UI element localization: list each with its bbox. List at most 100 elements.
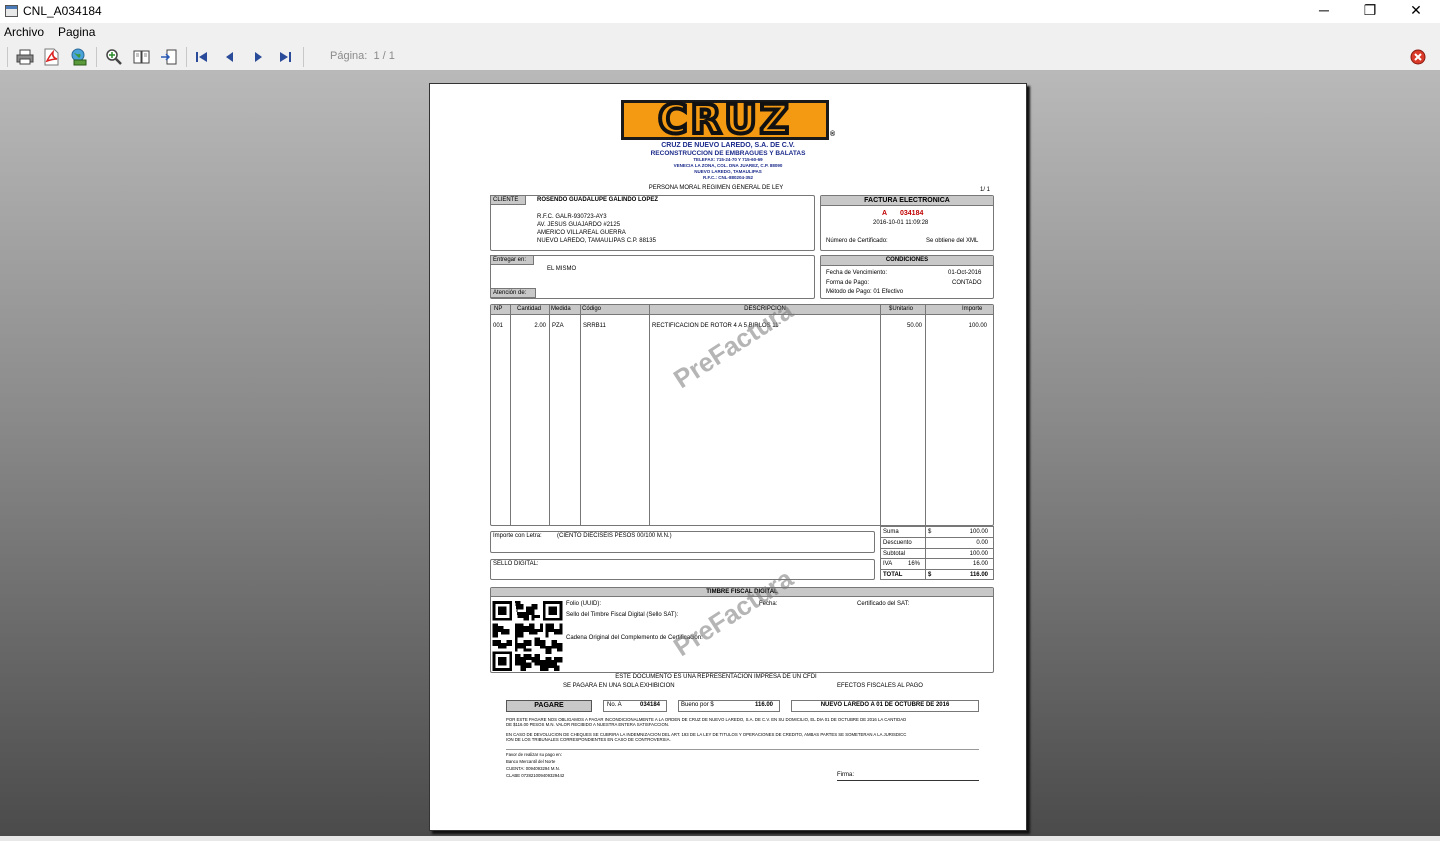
totals-row-line	[881, 569, 993, 570]
pagare-text-1b: DE $116.00 PESOS M.N. VALOR RECIBIDO A N…	[506, 722, 670, 727]
signature-label: Firma:	[837, 772, 854, 778]
toolbar-grip	[7, 47, 8, 67]
total-label: TOTAL	[883, 572, 903, 578]
delivery-label: Entregar en:	[490, 255, 534, 265]
certificate-label: Número de Certificado:	[826, 238, 888, 244]
page-setup-icon[interactable]	[133, 48, 151, 66]
fiscal-effects-note: EFECTOS FISCALES AL PAGO	[837, 683, 923, 689]
pagare-amount-label: Bueno por $	[681, 702, 714, 708]
page-value: 1 / 1	[373, 50, 395, 62]
row-np: 001	[493, 323, 504, 329]
previous-page-icon[interactable]	[221, 48, 239, 66]
tax-regime: PERSONA MORAL REGIMEN GENERAL DE LEY	[648, 185, 784, 191]
pagare-title: PAGARE	[506, 700, 592, 712]
row-unit: PZA	[552, 323, 564, 329]
page-count: 1/ 1	[980, 187, 991, 193]
amount-words-box	[490, 531, 875, 553]
column-divider	[880, 305, 881, 525]
close-preview-icon[interactable]	[1410, 49, 1426, 65]
bank-name: Banco Mercantil del Norte	[506, 759, 556, 764]
column-divider	[549, 305, 550, 525]
menu-pagina[interactable]: Pagina	[58, 25, 95, 39]
payment-method: Método de Pago: 01 Efectivo	[826, 289, 904, 295]
pagare-text-2b: ION DE LOS TRIBUNALES CORRESPONDIENTES E…	[506, 737, 671, 742]
menu-bar: Archivo Pagina	[0, 23, 1440, 43]
pagare-number-value: 034184	[640, 702, 661, 708]
cfdi-note: ESTE DOCUMENTO ES UNA REPRESENTACION IMP…	[615, 674, 817, 680]
logo-text: CRUZ	[656, 95, 792, 145]
toolbar-separator	[303, 47, 304, 67]
total-value: 116.00	[969, 572, 988, 578]
delivery-box	[490, 255, 815, 299]
toolbar-separator	[96, 47, 97, 67]
close-window-button[interactable]: ✕	[1393, 0, 1439, 23]
totals-row-line	[881, 558, 993, 559]
totals-row-line	[881, 548, 993, 549]
amount-words-label: Importe con Letra:	[493, 533, 542, 539]
client-colony: AMERICO VILLAREAL GUERRA	[537, 230, 626, 236]
subtotal-label: Subtotal	[883, 551, 906, 557]
registered-mark: ®	[830, 131, 836, 138]
company-logo: CRUZ	[621, 95, 829, 145]
invoice-page: CRUZ ® CRUZ DE NUEVO LAREDO, S.A. DE C.V…	[429, 83, 1027, 831]
signature-line	[837, 780, 979, 781]
company-city: NUEVO LAREDO, TAMAULIPAS	[694, 169, 762, 174]
invoice-series: A	[882, 210, 888, 217]
invoice-folio: 034184	[900, 210, 924, 217]
print-icon[interactable]	[16, 48, 34, 66]
toolbar-separator	[186, 47, 187, 67]
column-divider	[580, 305, 581, 525]
due-date-label: Fecha de Vencimiento:	[826, 270, 888, 276]
next-page-icon[interactable]	[249, 48, 267, 66]
attention-label: Atención de:	[490, 288, 536, 298]
first-page-icon[interactable]	[193, 48, 211, 66]
totals-row-line	[881, 537, 993, 538]
maximize-button[interactable]: ❐	[1347, 0, 1393, 23]
sum-label: Suma	[883, 529, 899, 535]
export-globe-icon[interactable]	[70, 48, 88, 66]
invoice-date: 2016-10-01 11:09:28	[873, 220, 929, 226]
company-phones: TELEFAX: 715-24-70 Y 715-60-69	[693, 157, 763, 162]
pagare-number-label: No. A	[607, 702, 622, 708]
th-quantity: Cantidad	[517, 306, 542, 312]
minimize-button[interactable]: ─	[1301, 0, 1347, 23]
discount-label: Descuento	[883, 540, 912, 546]
window-title: CNL_A034184	[23, 4, 102, 18]
qr-code-icon	[492, 601, 563, 671]
company-address: VENECIA LA ZONA, COL. DNA JUAREZ, C.P. 8…	[673, 163, 783, 168]
th-unit: Medida	[551, 306, 571, 312]
row-quantity: 2.00	[534, 323, 546, 329]
iva-rate: 16%	[908, 561, 921, 567]
payment-form-label: Forma de Pago:	[826, 280, 870, 286]
client-rfc: R.F.C. GALR-930723-AY3	[537, 214, 607, 220]
delivery-value: EL MISMO	[547, 266, 577, 272]
sat-certificate-label: Certificado del SAT:	[857, 601, 910, 607]
th-code: Código	[582, 306, 602, 312]
company-name: CRUZ DE NUEVO LAREDO, S.A. DE C.V.	[661, 142, 795, 149]
page-label: Página:	[330, 50, 368, 62]
row-unit-price: 50.00	[906, 323, 922, 329]
amount-words-value: (CIENTO DIECISEIS PESOS 00/100 M.N.)	[557, 533, 672, 539]
digital-seal-label: SELLO DIGITAL:	[493, 561, 539, 567]
uuid-label: Folio (UUID):	[566, 601, 602, 607]
column-divider	[510, 305, 511, 525]
company-tagline: RECONSTRUCCION DE EMBRAGUES Y BALATAS	[650, 150, 806, 157]
client-city: NUEVO LAREDO, TAMAULIPAS C.P. 88135	[537, 238, 656, 244]
invoice-type-title: FACTURA ELECTRONICA	[821, 196, 993, 206]
single-payment-note: SE PAGARA EN UNA SOLA EXHIBICION	[563, 683, 675, 689]
menu-archivo[interactable]: Archivo	[4, 25, 44, 39]
sum-value: 100.00	[969, 529, 988, 535]
client-label: CLIENTE	[490, 195, 526, 205]
last-page-icon[interactable]	[276, 48, 294, 66]
exit-preview-icon[interactable]	[160, 48, 178, 66]
app-icon	[5, 5, 18, 17]
pdf-icon[interactable]	[42, 48, 60, 66]
status-strip	[0, 836, 1440, 841]
th-amount: Importe	[962, 306, 983, 312]
company-rfc: R.F.C.: CNL-880204-352	[702, 175, 754, 180]
certificate-value: Se obtiene del XML	[926, 238, 979, 244]
iva-label: IVA	[883, 561, 893, 567]
zoom-in-icon[interactable]	[105, 48, 123, 66]
totals-divider	[925, 527, 926, 579]
bank-account: CUENTA: 0094093294 M.N.	[506, 766, 560, 771]
